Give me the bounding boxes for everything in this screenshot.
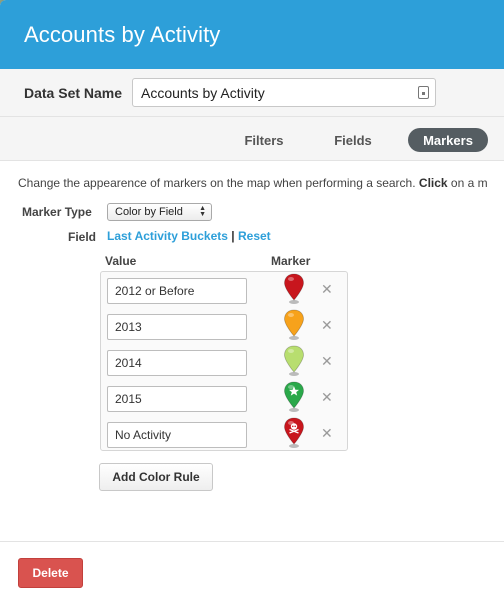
marker-type-select[interactable]: Color by Field ▲ ▼ bbox=[107, 203, 212, 221]
dataset-name-input[interactable]: Accounts by Activity bbox=[132, 78, 436, 107]
color-rules-list: 2012 or Before ✕ 2013 ✕ 2014 ✕ 2015 ✕ No Activit… bbox=[100, 271, 348, 451]
select-arrows-icon: ▲ ▼ bbox=[199, 205, 206, 218]
reset-link[interactable]: Reset bbox=[238, 229, 271, 243]
marker-column-header: Marker bbox=[271, 254, 311, 268]
rule-value-input[interactable]: 2013 bbox=[107, 314, 247, 340]
remove-rule-icon[interactable]: ✕ bbox=[321, 318, 333, 332]
value-column-header: Value bbox=[105, 254, 137, 268]
markers-panel: Change the appearence of markers on the … bbox=[0, 161, 504, 541]
rule-value-input[interactable]: 2012 or Before bbox=[107, 278, 247, 304]
add-color-rule-button[interactable]: Add Color Rule bbox=[99, 463, 213, 491]
color-rule-row: 2015 ✕ bbox=[107, 381, 347, 412]
field-label: Field bbox=[68, 230, 97, 244]
map-marker-pin-icon[interactable] bbox=[283, 309, 305, 341]
remove-rule-icon[interactable]: ✕ bbox=[321, 354, 333, 368]
help-text-part: Change the appearence of markers on the … bbox=[18, 176, 419, 190]
rule-value-input[interactable]: 2015 bbox=[107, 386, 247, 412]
field-link[interactable]: Last Activity Buckets bbox=[107, 229, 228, 243]
tab-markers[interactable]: Markers bbox=[408, 128, 488, 152]
map-marker-pin-icon[interactable] bbox=[283, 381, 305, 413]
remove-rule-icon[interactable]: ✕ bbox=[321, 426, 333, 440]
modal-title: Accounts by Activity bbox=[24, 21, 221, 47]
markers-help-text: Change the appearence of markers on the … bbox=[18, 176, 488, 190]
marker-type-label: Marker Type bbox=[22, 205, 92, 219]
link-separator: | bbox=[231, 229, 235, 243]
dataset-modal: Accounts by Activity Data Set Name Accou… bbox=[0, 0, 504, 607]
rule-value-input[interactable]: 2014 bbox=[107, 350, 247, 376]
modal-footer: Delete bbox=[0, 541, 504, 607]
remove-rule-icon[interactable]: ✕ bbox=[321, 282, 333, 296]
tab-bar: Filters Fields Markers bbox=[0, 117, 504, 161]
dataset-name-label: Data Set Name bbox=[24, 84, 123, 101]
help-text-bold: Click bbox=[418, 176, 448, 190]
field-links: Last Activity Buckets | Reset bbox=[107, 229, 271, 243]
color-rule-row: 2014 ✕ bbox=[107, 345, 347, 376]
help-text-part-end: on a m bbox=[447, 176, 488, 190]
modal-header: Accounts by Activity bbox=[0, 0, 504, 69]
contact-card-icon bbox=[418, 86, 429, 99]
rule-value-input[interactable]: No Activity bbox=[107, 422, 247, 448]
color-rule-row: 2012 or Before ✕ bbox=[107, 273, 347, 304]
color-rule-row: 2013 ✕ bbox=[107, 309, 347, 340]
tab-filters[interactable]: Filters bbox=[232, 128, 296, 152]
map-marker-pin-icon[interactable] bbox=[283, 345, 305, 377]
tab-fields[interactable]: Fields bbox=[322, 128, 384, 152]
map-marker-pin-icon[interactable] bbox=[283, 417, 305, 449]
dataset-name-value: Accounts by Activity bbox=[141, 84, 265, 101]
marker-type-value: Color by Field bbox=[115, 206, 183, 218]
remove-rule-icon[interactable]: ✕ bbox=[321, 390, 333, 404]
delete-button[interactable]: Delete bbox=[18, 558, 83, 588]
dataset-name-row: Data Set Name Accounts by Activity bbox=[0, 69, 504, 117]
map-marker-pin-icon[interactable] bbox=[283, 273, 305, 305]
color-rule-row: No Activity ✕ bbox=[107, 417, 347, 448]
